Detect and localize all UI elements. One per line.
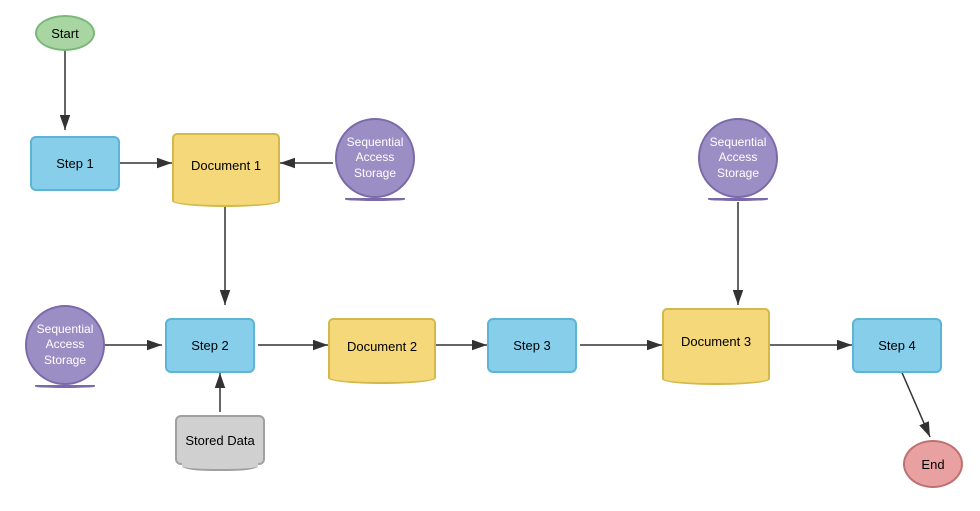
doc3-wave [662, 373, 770, 385]
step4-node: Step 4 [852, 318, 942, 373]
step3-node: Step 3 [487, 318, 577, 373]
step1-node: Step 1 [30, 136, 120, 191]
doc3-label: Document 3 [681, 334, 751, 349]
doc2-body: Document 2 [328, 318, 436, 372]
end-label: End [921, 457, 944, 472]
end-node: End [903, 440, 963, 488]
doc1-node: Document 1 [172, 133, 280, 207]
doc1-body: Document 1 [172, 133, 280, 195]
doc1-wave [172, 195, 280, 207]
storage1-label: SequentialAccess Storage [337, 135, 413, 182]
stored-data-node: Stored Data [175, 415, 265, 465]
flowchart-diagram: Start Step 1 Document 1 SequentialAccess… [0, 0, 980, 511]
storage1-underline [345, 198, 405, 201]
step2-node: Step 2 [165, 318, 255, 373]
storage2-label: SequentialAccess Storage [700, 135, 776, 182]
doc1-label: Document 1 [191, 158, 261, 173]
storage3-node: SequentialAccess Storage [25, 305, 105, 385]
arrows-layer [0, 0, 980, 511]
doc2-wave [328, 372, 436, 384]
doc3-node: Document 3 [662, 308, 770, 385]
start-node: Start [35, 15, 95, 51]
step2-label: Step 2 [191, 338, 229, 353]
doc2-label: Document 2 [347, 339, 417, 354]
step3-label: Step 3 [513, 338, 551, 353]
start-label: Start [51, 26, 78, 41]
storage3-underline [35, 385, 95, 388]
storage1-node: SequentialAccess Storage [335, 118, 415, 198]
doc2-node: Document 2 [328, 318, 436, 384]
doc3-body: Document 3 [662, 308, 770, 373]
storage2-underline [708, 198, 768, 201]
stored-data-label: Stored Data [185, 433, 254, 448]
storage2-node: SequentialAccess Storage [698, 118, 778, 198]
step4-label: Step 4 [878, 338, 916, 353]
storage3-label: SequentialAccess Storage [27, 322, 103, 369]
step1-label: Step 1 [56, 156, 94, 171]
